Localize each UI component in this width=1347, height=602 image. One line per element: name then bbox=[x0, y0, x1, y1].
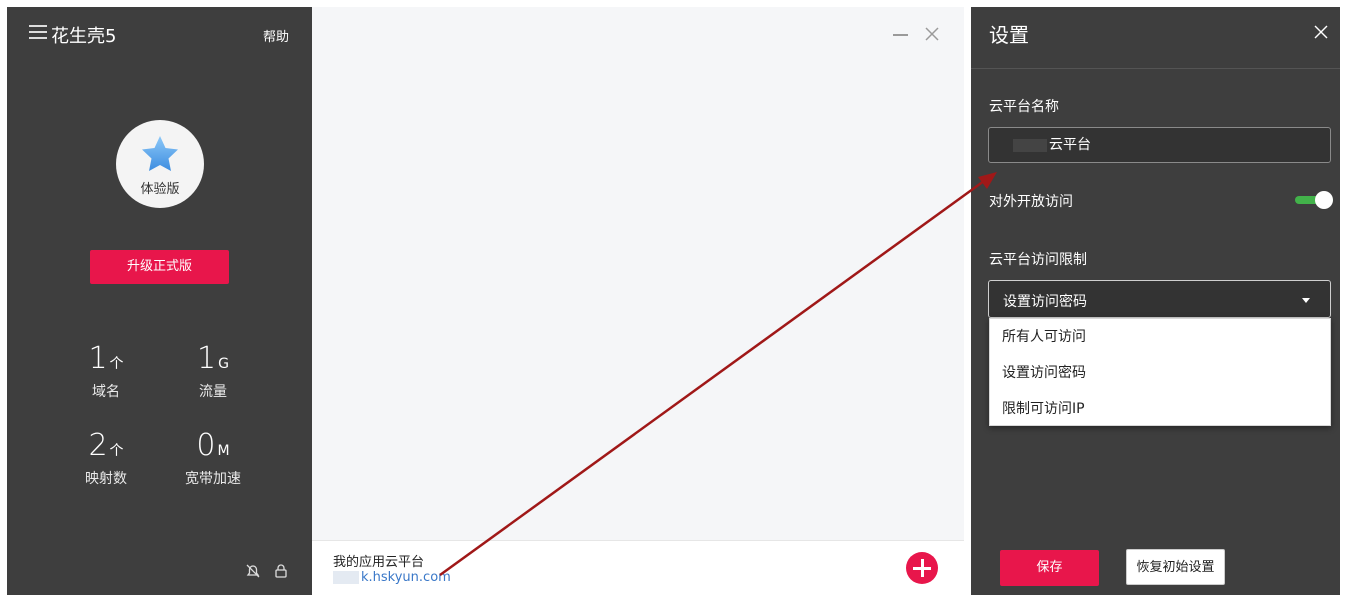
star-icon bbox=[142, 136, 178, 171]
minimize-icon[interactable] bbox=[893, 34, 908, 36]
stat-label: 映射数 bbox=[85, 471, 127, 487]
avatar[interactable]: 体验版 bbox=[116, 120, 204, 208]
help-link[interactable]: 帮助 bbox=[263, 26, 289, 45]
caret-down-icon bbox=[1302, 298, 1310, 303]
stat-unit: 个 bbox=[109, 443, 124, 459]
stat-unit: M bbox=[217, 443, 230, 459]
toggle-knob bbox=[1315, 191, 1333, 209]
stat-label: 流量 bbox=[199, 384, 227, 400]
masked-text bbox=[333, 571, 359, 584]
app-card[interactable]: 我的应用云平台 k.hskyun.com bbox=[312, 540, 964, 595]
app-title: 花生壳5 bbox=[51, 26, 117, 47]
sidebar: 花生壳5 帮助 体验版 升级正式版 1个 域名 1G 流量 2个 映射数 0M … bbox=[7, 7, 312, 595]
stat-value: 2 bbox=[88, 428, 108, 463]
stat-unit: 个 bbox=[109, 356, 124, 372]
close-icon[interactable] bbox=[1314, 25, 1328, 39]
platform-name-label: 云平台名称 bbox=[989, 99, 1059, 115]
hamburger-menu-icon[interactable] bbox=[29, 25, 47, 41]
platform-name-input[interactable]: 云平台 bbox=[988, 127, 1331, 163]
stat-mappings[interactable]: 2个 映射数 bbox=[56, 430, 156, 488]
app-name: 我的应用云平台 bbox=[333, 555, 425, 570]
lock-icon[interactable] bbox=[273, 563, 289, 579]
reset-button[interactable]: 恢复初始设置 bbox=[1126, 549, 1225, 585]
app-list-panel: 我的应用云平台 k.hskyun.com bbox=[312, 7, 964, 595]
settings-title: 设置 bbox=[989, 23, 1029, 47]
option-ip-limit[interactable]: 限制可访问IP bbox=[990, 391, 1330, 427]
stat-label: 宽带加速 bbox=[185, 471, 241, 487]
option-password[interactable]: 设置访问密码 bbox=[990, 355, 1330, 391]
option-everyone[interactable]: 所有人可访问 bbox=[990, 319, 1330, 355]
access-restriction-label: 云平台访问限制 bbox=[989, 252, 1087, 268]
stat-unit: G bbox=[218, 356, 229, 372]
stat-domains[interactable]: 1个 域名 bbox=[56, 343, 156, 401]
stat-traffic[interactable]: 1G 流量 bbox=[163, 343, 263, 401]
app-url-text: k.hskyun.com bbox=[361, 570, 451, 585]
plus-circle-icon[interactable] bbox=[906, 552, 938, 584]
upgrade-button[interactable]: 升级正式版 bbox=[90, 250, 229, 284]
edition-label: 体验版 bbox=[140, 182, 180, 197]
platform-name-value: 云平台 bbox=[1049, 137, 1091, 153]
public-access-toggle[interactable] bbox=[1295, 191, 1333, 209]
public-access-label: 对外开放访问 bbox=[989, 194, 1073, 210]
stat-value: 0 bbox=[196, 428, 216, 463]
close-icon[interactable] bbox=[924, 26, 940, 42]
stat-value: 1 bbox=[88, 341, 108, 376]
access-restriction-select[interactable]: 设置访问密码 bbox=[988, 280, 1331, 318]
bell-icon[interactable] bbox=[245, 563, 261, 579]
app-url-link[interactable]: k.hskyun.com bbox=[333, 570, 451, 585]
settings-panel: 设置 云平台名称 云平台 对外开放访问 云平台访问限制 设置访问密码 所有人可访… bbox=[971, 7, 1340, 595]
stat-bandwidth[interactable]: 0M 宽带加速 bbox=[163, 430, 263, 488]
select-value: 设置访问密码 bbox=[1003, 294, 1087, 310]
masked-text bbox=[1013, 139, 1047, 152]
stat-value: 1 bbox=[197, 341, 217, 376]
access-restriction-dropdown: 所有人可访问 设置访问密码 限制可访问IP bbox=[989, 318, 1331, 426]
divider bbox=[971, 68, 1340, 69]
save-button[interactable]: 保存 bbox=[1000, 550, 1099, 586]
stat-label: 域名 bbox=[92, 384, 120, 400]
